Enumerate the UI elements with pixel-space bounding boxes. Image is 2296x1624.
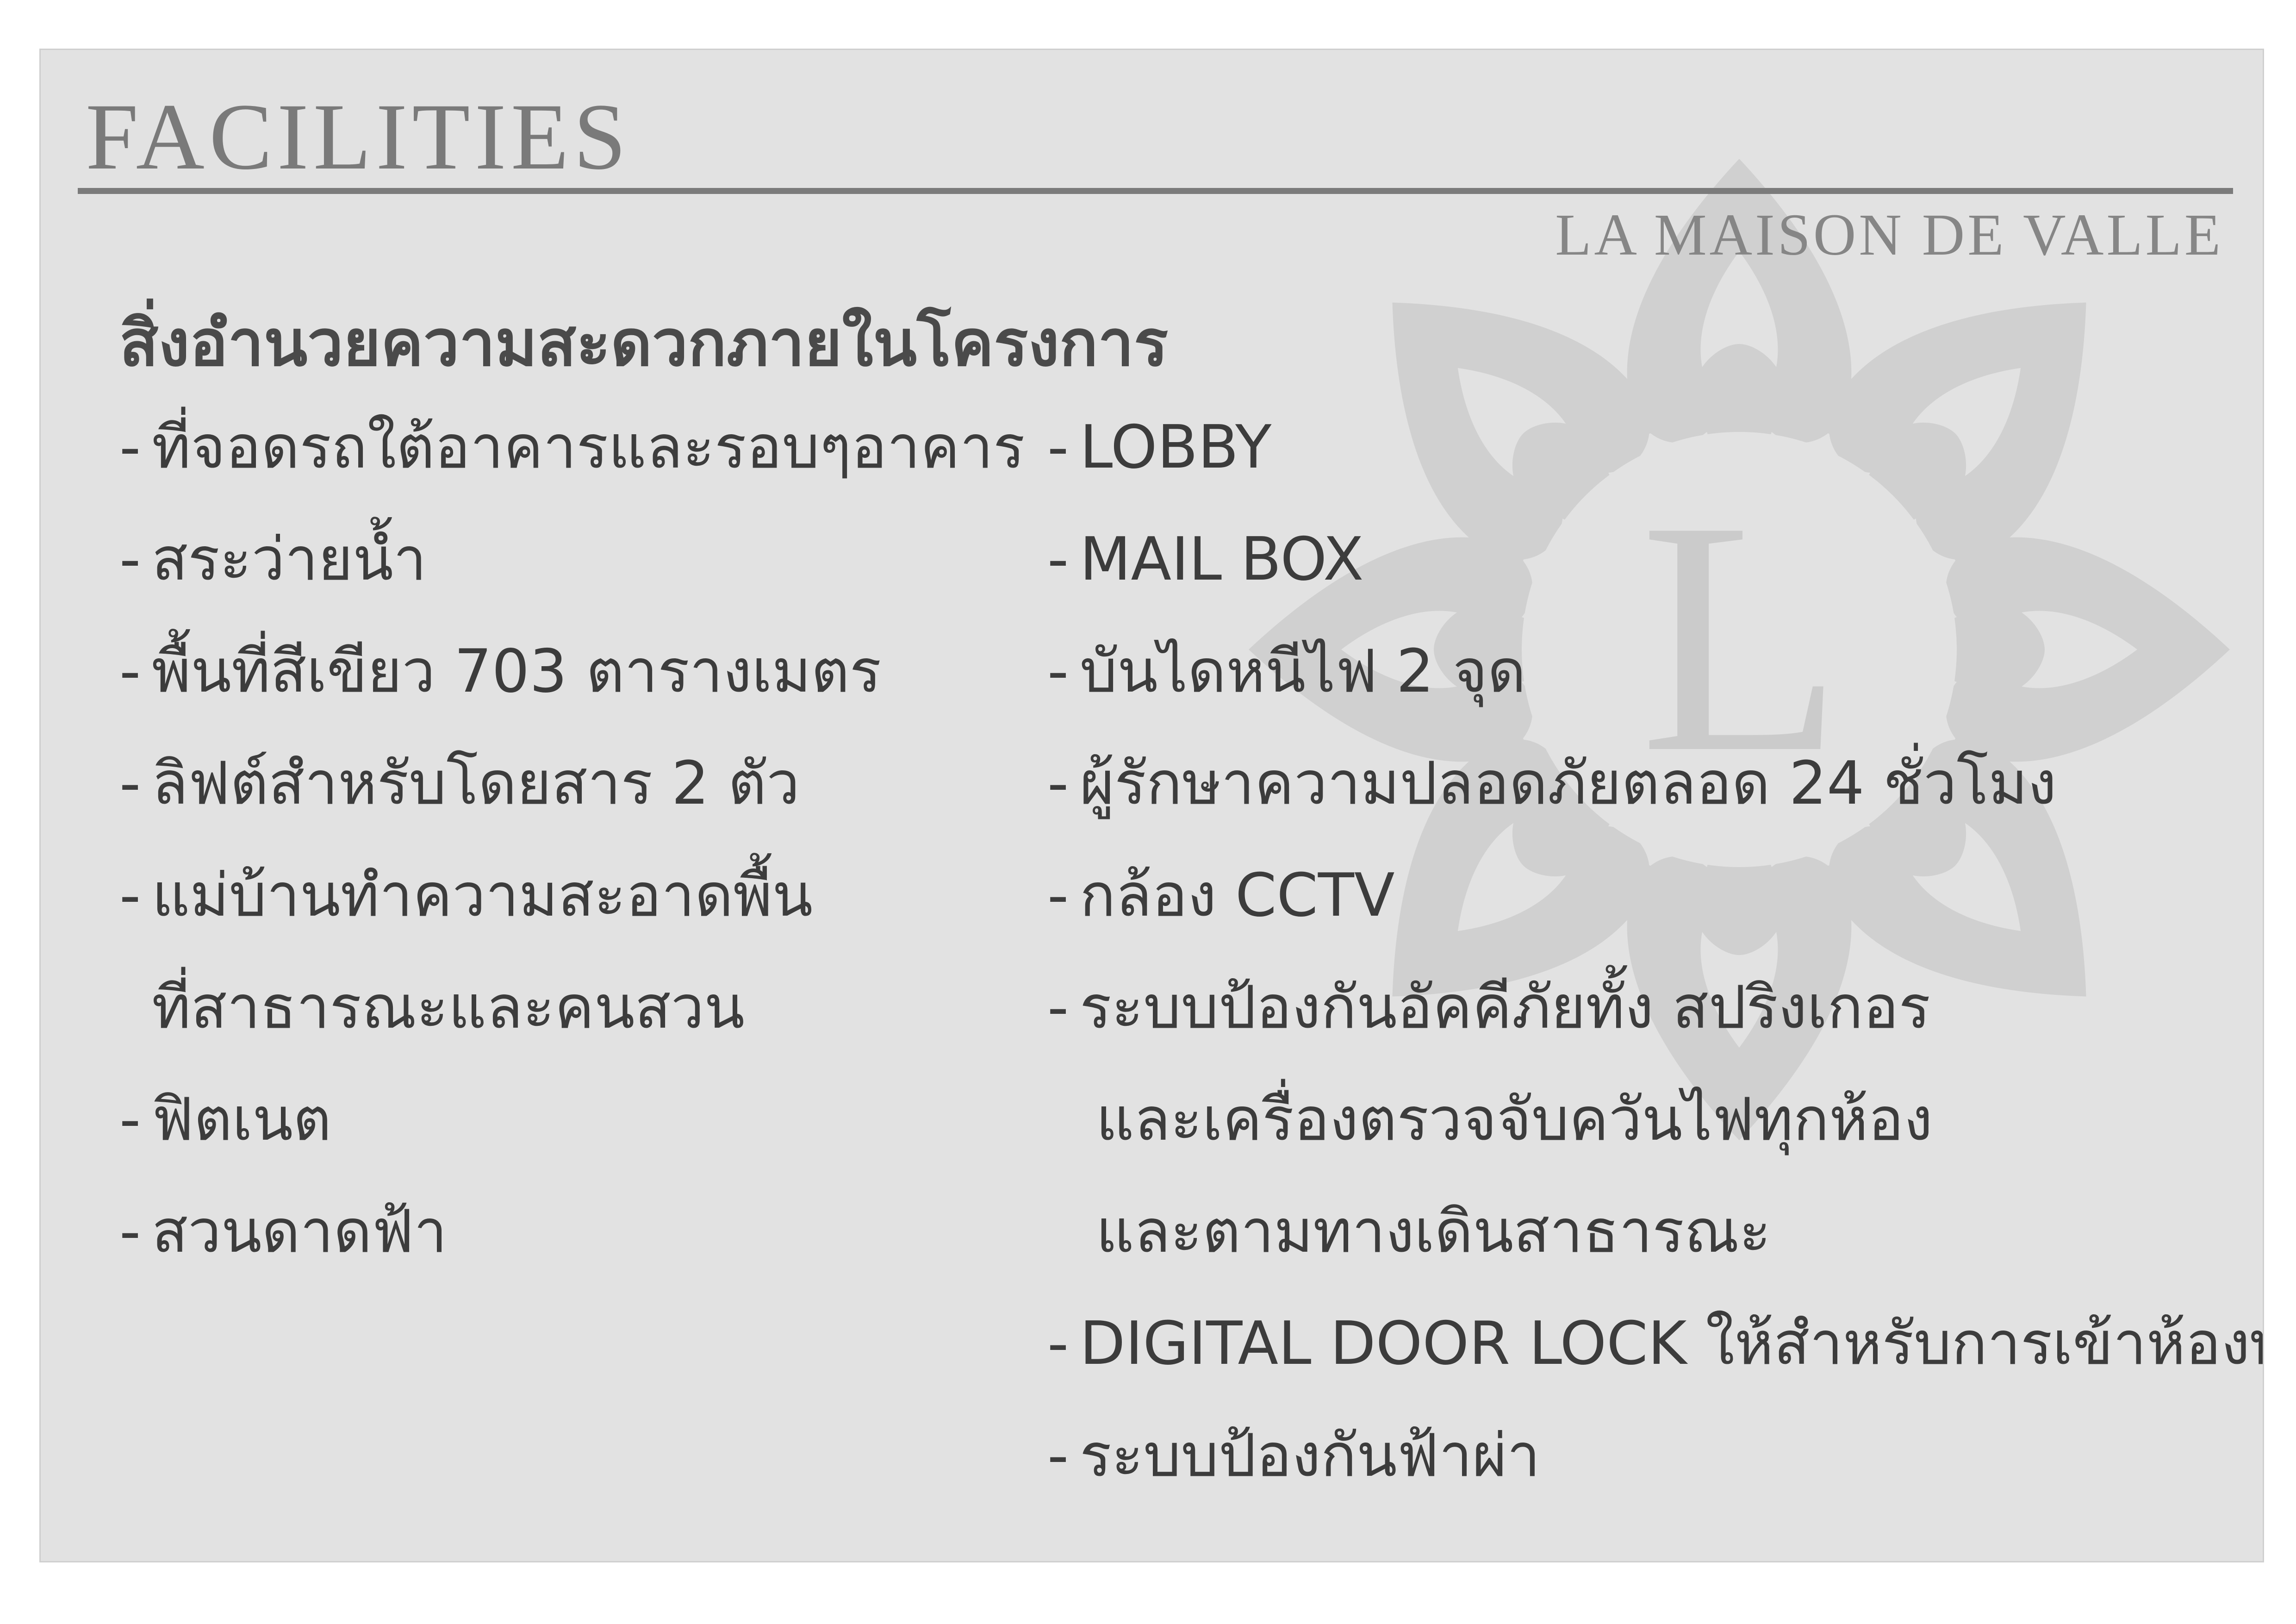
list-item: - สระว่ายน้ำ — [119, 530, 427, 589]
list-item: - ระบบป้องกันฟ้าผ่า — [1047, 1426, 1540, 1486]
bullet-dash: - — [1047, 973, 1069, 1042]
bullet-dash: - — [119, 525, 141, 594]
bullet-dash: - — [1047, 525, 1069, 594]
list-item: - DIGITAL DOOR LOCK ให้สำหรับการเข้าห้องพ… — [1047, 1309, 2263, 1378]
bullet-dash: - — [119, 749, 141, 818]
item-text: พื้นที่สีเขียว 703 ตารางเมตร — [152, 637, 882, 706]
bullet-dash: - — [1047, 413, 1069, 482]
bullet-dash: - — [119, 861, 141, 930]
item-text: ฟิตเนต — [152, 1085, 332, 1154]
item-text: ที่จอดรถใต้อาคารและรอบๆอาคาร — [152, 413, 1025, 482]
list-item: - แม่บ้านทำความสะอาดพื้น — [119, 866, 813, 925]
bullet-dash: - — [1047, 637, 1069, 706]
bullet-dash: - — [119, 413, 141, 482]
bullet-dash: - — [1047, 1421, 1069, 1490]
list-item: - กล้อง CCTV — [1047, 866, 1395, 925]
item-text: ระบบป้องกันอัคคีภัยทั้ง สปริงเกอร — [1080, 973, 1931, 1042]
brand-name: LA MAISON DE VALLE — [1555, 202, 2223, 268]
item-text: MAIL BOX — [1080, 525, 1364, 594]
bullet-dash: - — [119, 1197, 141, 1266]
facilities-panel: L FACILITIES LA MAISON DE VALLE สิ่งอำนว… — [39, 49, 2264, 1562]
bullet-dash: - — [119, 637, 141, 706]
item-text: LOBBY — [1080, 413, 1272, 482]
item-text: กล้อง CCTV — [1080, 861, 1395, 930]
item-text: ลิฟต์สำหรับโดยสาร 2 ตัว — [152, 749, 800, 818]
bullet-dash: - — [1047, 749, 1069, 818]
item-text: แม่บ้านทำความสะอาดพื้น — [152, 861, 813, 930]
list-item: - ผู้รักษาความปลอดภัยตลอด 24 ชั่วโมง — [1047, 754, 2057, 813]
section-heading: สิ่งอำนวยความสะดวกภายในโครงการ — [119, 306, 1169, 381]
list-item: - ที่จอดรถใต้อาคารและรอบๆอาคาร — [119, 418, 1025, 477]
list-item-continuation: และเครื่องตรวจจับควันไฟทุกห้อง — [1047, 1090, 1933, 1149]
item-text: ที่สาธารณะและคนสวน — [152, 973, 745, 1042]
list-item: - ระบบป้องกันอัคคีภัยทั้ง สปริงเกอร — [1047, 978, 1930, 1037]
page-title: FACILITIES — [86, 84, 631, 189]
bullet-dash: - — [1047, 1309, 1069, 1378]
list-item: - ลิฟต์สำหรับโดยสาร 2 ตัว — [119, 754, 800, 813]
list-item: - สวนดาดฟ้า — [119, 1202, 447, 1262]
item-text: สระว่ายน้ำ — [152, 525, 427, 594]
list-item: - MAIL BOX — [1047, 530, 1364, 589]
bullet-dash: - — [1047, 861, 1069, 930]
title-underline — [78, 188, 2233, 194]
item-text: สวนดาดฟ้า — [152, 1197, 448, 1266]
item-text: และเครื่องตรวจจับควันไฟทุกห้อง — [1096, 1085, 1933, 1154]
item-text: และตามทางเดินสาธารณะ — [1096, 1197, 1771, 1266]
item-text: DIGITAL DOOR LOCK ให้สำหรับการเข้าห้องพั… — [1080, 1309, 2264, 1378]
item-text: ระบบป้องกันฟ้าผ่า — [1080, 1421, 1540, 1490]
item-text: บันไดหนีไฟ 2 จุด — [1080, 637, 1526, 706]
list-item: - พื้นที่สีเขียว 703 ตารางเมตร — [119, 642, 881, 701]
list-item: - LOBBY — [1047, 418, 1271, 477]
list-item: - บันไดหนีไฟ 2 จุด — [1047, 642, 1526, 701]
bullet-dash: - — [119, 1085, 141, 1154]
list-item-continuation: และตามทางเดินสาธารณะ — [1047, 1202, 1771, 1262]
list-item-continuation: ที่สาธารณะและคนสวน — [119, 978, 745, 1037]
list-item: - ฟิตเนต — [119, 1090, 331, 1149]
item-text: ผู้รักษาความปลอดภัยตลอด 24 ชั่วโมง — [1080, 749, 2057, 818]
